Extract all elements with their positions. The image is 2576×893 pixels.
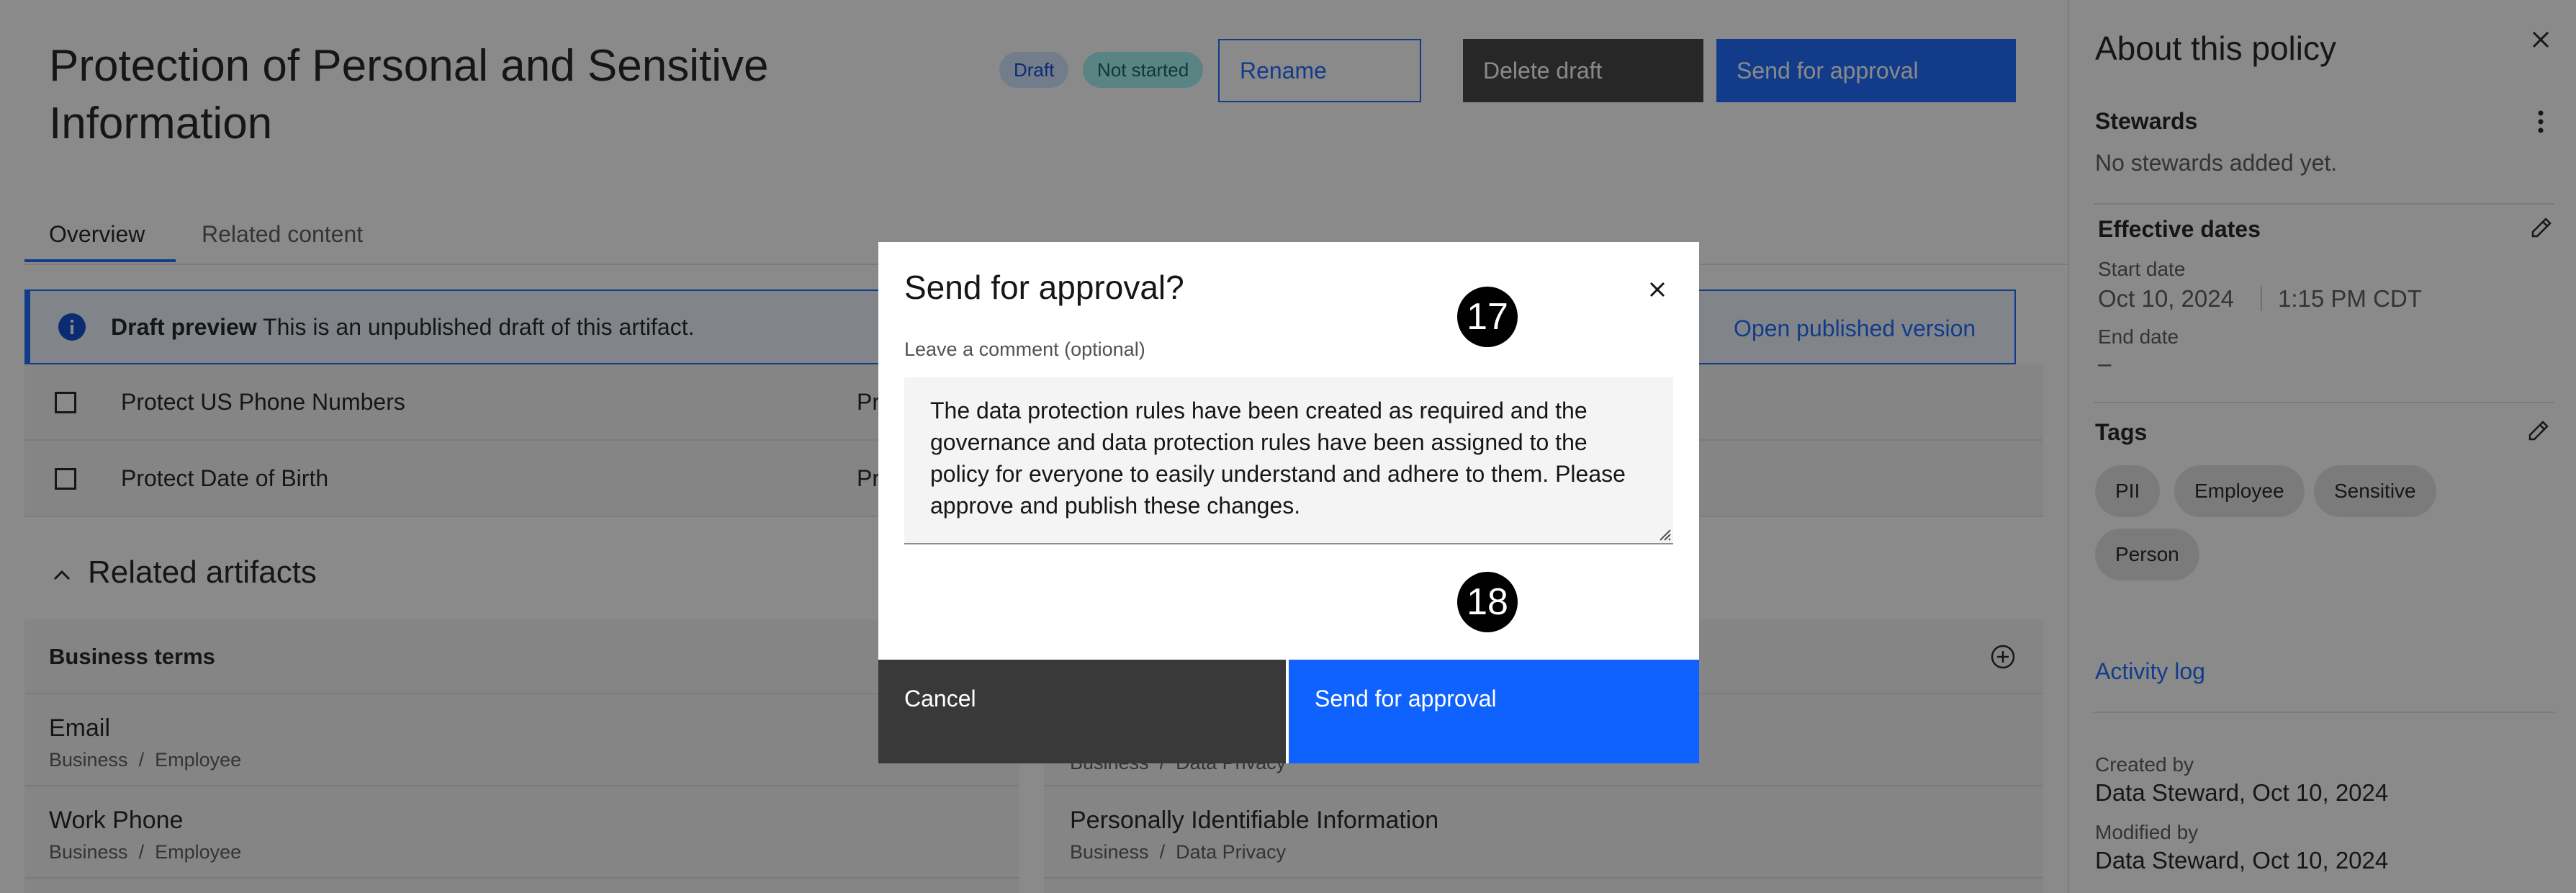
- send-for-approval-label: Send for approval: [1315, 686, 1497, 712]
- step-marker-18: 18: [1457, 572, 1518, 632]
- comment-label: Leave a comment (optional): [904, 338, 1145, 360]
- cancel-button[interactable]: Cancel: [878, 660, 1286, 763]
- cancel-button-label: Cancel: [904, 686, 976, 712]
- step-marker-17: 17: [1457, 287, 1518, 347]
- send-for-approval-button[interactable]: Send for approval: [1289, 660, 1699, 763]
- resize-handle-icon[interactable]: [1657, 527, 1672, 542]
- send-for-approval-modal: Send for approval? Leave a comment (opti…: [878, 242, 1699, 763]
- comment-textarea[interactable]: The data protection rules have been crea…: [904, 377, 1673, 544]
- modal-title: Send for approval?: [904, 269, 1184, 306]
- close-icon[interactable]: [1636, 268, 1679, 311]
